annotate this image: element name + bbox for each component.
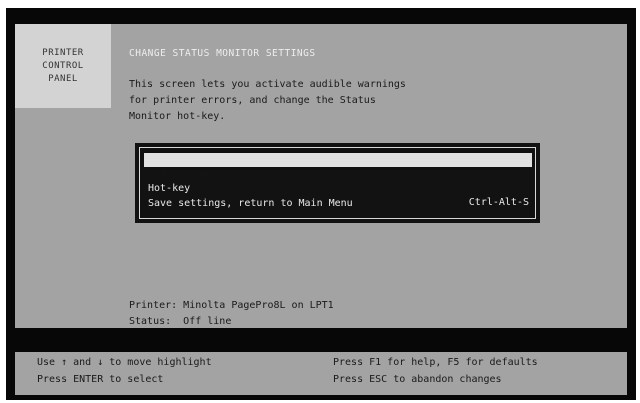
menu-item-hot-key[interactable]: Hot-key Ctrl-Alt-S [144,168,532,208]
printer-control-panel-logo: PRINTER CONTROL PANEL [15,24,111,108]
dos-screen: PRINTER CONTROL PANEL CHANGE STATUS MONI… [6,8,636,400]
logo-line-2: CONTROL [42,61,84,71]
settings-menu: Audible warnings On Hot-key Ctrl-Alt-S S… [135,143,540,223]
help-enter-select: Press ENTER to select [37,374,164,385]
description-line-2: for printer errors, and change the Statu… [129,95,376,106]
menu-frame: Audible warnings On Hot-key Ctrl-Alt-S S… [139,147,536,219]
menu-item-value: Ctrl-Alt-S [468,197,529,208]
help-esc-abandon: Press ESC to abandon changes [333,374,502,385]
printer-info: Printer: Minolta PagePro8L on LPT1 [129,300,334,311]
description-line-3: Monitor hot-key. [129,111,226,122]
printer-status: Status: Off line [129,316,232,327]
help-f1-f5: Press F1 for help, F5 for defaults [333,357,538,368]
menu-item-audible-warnings[interactable]: Audible warnings On [144,153,532,193]
help-move-highlight: Use ↑ and ↓ to move highlight [37,357,212,368]
description-line-1: This screen lets you activate audible wa… [129,79,406,90]
page-title: CHANGE STATUS MONITOR SETTINGS [129,48,316,59]
main-panel: PRINTER CONTROL PANEL CHANGE STATUS MONI… [15,24,627,328]
logo-line-3: PANEL [48,74,78,84]
logo-line-1: PRINTER [42,48,84,58]
menu-item-label: Save settings, return to Main Menu [148,198,353,209]
help-bar: Use ↑ and ↓ to move highlight Press ENTE… [15,352,627,395]
menu-item-save-settings[interactable]: Save settings, return to Main Menu [144,183,532,209]
